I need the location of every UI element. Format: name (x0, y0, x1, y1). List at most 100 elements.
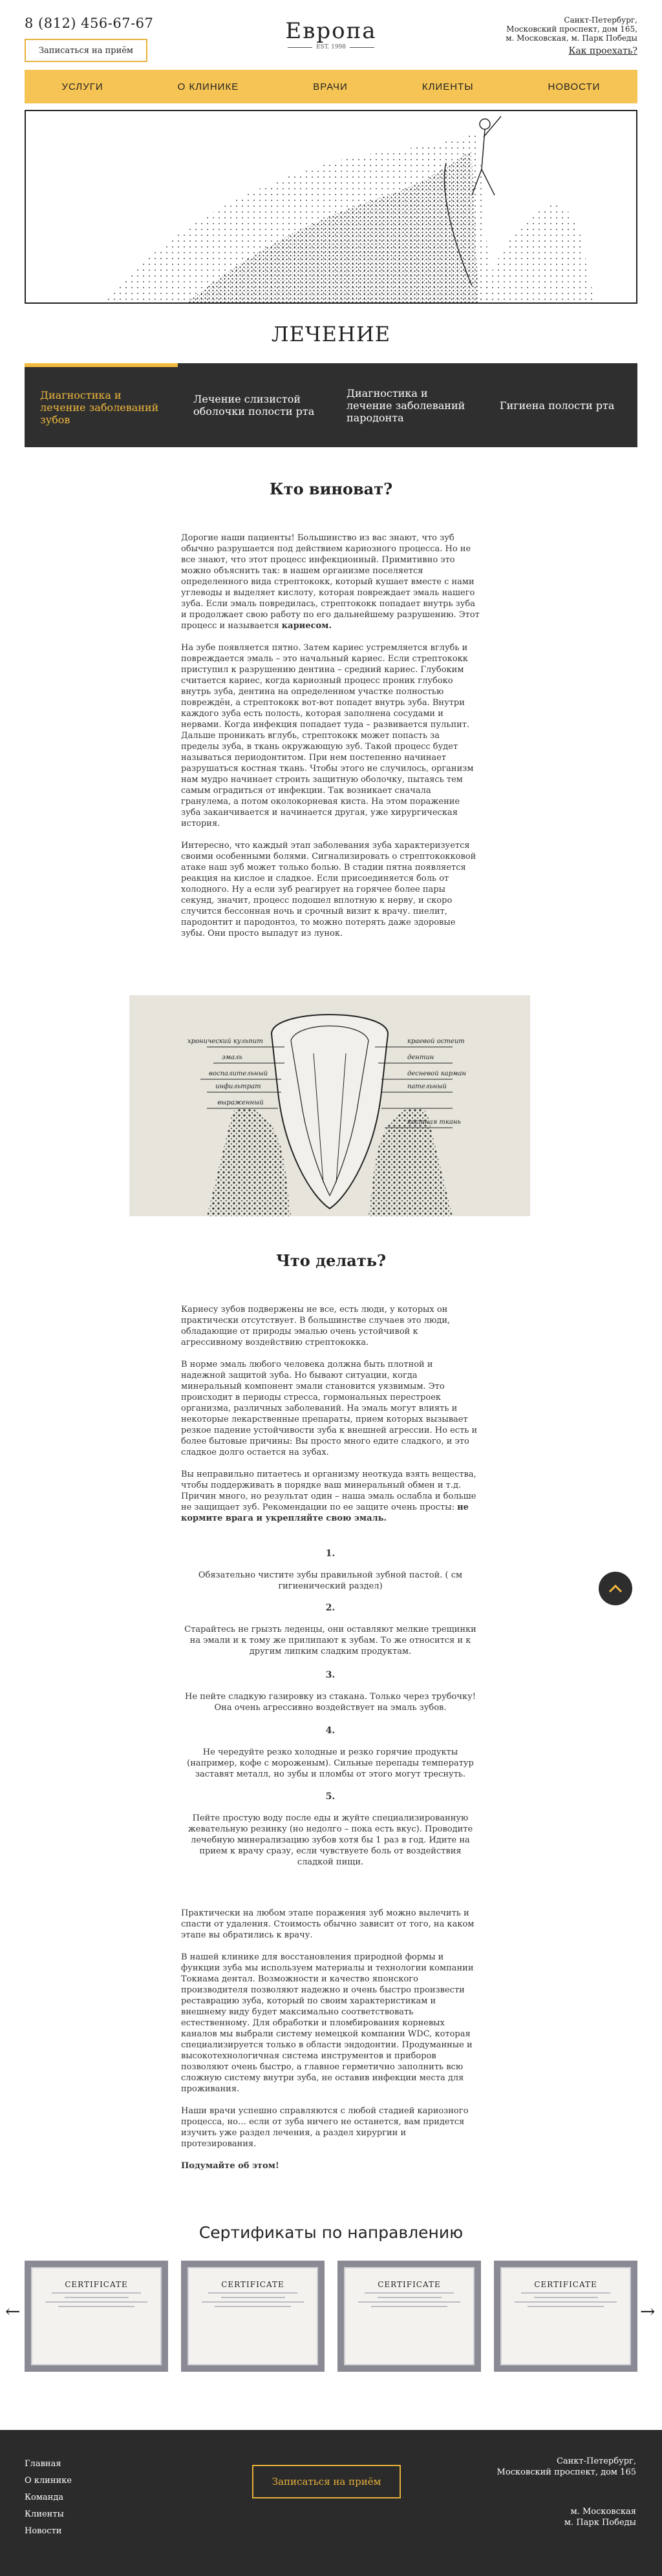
footer-address-line-2: Московский проспект, дом 165 (496, 2467, 636, 2477)
certificate-line (201, 2301, 304, 2303)
book-appointment-button[interactable]: Записаться на приём (25, 39, 147, 62)
tip-text: Пейте простую воду после еды и жуйте спе… (187, 1813, 473, 1867)
hero-engraving (103, 116, 595, 302)
paragraph-text: Дорогие наши пациенты! Большинство из ва… (181, 533, 480, 631)
certificate-heading: CERTIFICATE (534, 2280, 597, 2289)
certificate-line (214, 2306, 292, 2307)
certificate-line (527, 2306, 604, 2307)
closing-text: Подумайте об этом! (181, 2160, 480, 2171)
footer-address: Санкт-Петербург, Московский проспект, до… (497, 2456, 636, 2478)
nav-item-news[interactable]: НОВОСТИ (541, 78, 606, 96)
header-address: Санкт-Петербург, Московский проспект, до… (506, 16, 637, 56)
logo-divider (287, 47, 312, 48)
tip-item: 2. Старайтесь не грызть леденцы, они ост… (181, 1603, 480, 1657)
footer-metro-line-1: м. Московская (570, 2507, 636, 2517)
diagram-label: дентин (407, 1054, 434, 1061)
diagram-label: краевой остеит (407, 1038, 465, 1045)
nav-item-clients[interactable]: КЛИЕНТЫ (416, 78, 480, 96)
logo[interactable]: Европа EST. 1998 (278, 19, 384, 50)
paragraph-text: Вы неправильно питаетесь и организму нео… (181, 1470, 476, 1512)
tab-teeth-diagnostics[interactable]: Диагностика и лечение заболеваний зубов (25, 363, 178, 447)
footer-link-about[interactable]: О клинике (25, 2473, 72, 2489)
paragraph: На зубе появляется пятно. Затем кариес у… (181, 643, 474, 829)
main-nav: УСЛУГИ О КЛИНИКЕ ВРАЧИ КЛИЕНТЫ НОВОСТИ (25, 70, 637, 103)
section2-intro: Кариесу зубов подвержены не все, есть лю… (181, 1304, 480, 1535)
certificate-line (208, 2292, 298, 2294)
certificate-line (377, 2297, 442, 2298)
footer-link-team[interactable]: Команда (25, 2489, 72, 2506)
diagram-label: десневой карман (407, 1070, 466, 1077)
paragraph: В нашей клинике для восстановления приро… (181, 1952, 474, 2094)
site-header: 8 (812) 456-67-67 Записаться на приём Ев… (0, 0, 662, 68)
tip-text: Не пейте сладкую газировку из стакана. Т… (185, 1692, 476, 1713)
address-line-1: Санкт-Петербург, (564, 16, 637, 25)
tip-number: 5. (325, 1791, 336, 1802)
logo-name: Европа (285, 18, 377, 44)
diagram-label (407, 1099, 440, 1106)
tooth-diagram-image: хронический кульпит эмаль воспалительный… (129, 995, 530, 1216)
tip-number: 4. (325, 1726, 336, 1736)
certificate-heading: CERTIFICATE (65, 2280, 128, 2289)
diagram-label: выраженный (213, 1099, 264, 1106)
address-line-3: м. Московская, м. Парк Победы (506, 34, 637, 43)
phone-number[interactable]: 8 (812) 456-67-67 (25, 16, 153, 31)
diagram-label: эмаль (220, 1054, 242, 1061)
tip-text: Обязательно чистите зубы правильной зубн… (198, 1570, 463, 1591)
certificate-paper: CERTIFICATE (344, 2267, 475, 2365)
nav-item-doctors[interactable]: ВРАЧИ (306, 78, 354, 96)
certificate-heading: CERTIFICATE (378, 2280, 441, 2289)
hero-banner-image (25, 110, 637, 304)
paragraph: Вы неправильно питаетесь и организму нео… (181, 1469, 480, 1524)
certificates-carousel: CERTIFICATE CERTIFICATE CERTIFICATE CERT… (25, 2261, 637, 2372)
certificate-line (64, 2297, 129, 2298)
tip-text: Старайтесь не грызть леденцы, они оставл… (184, 1625, 476, 1656)
certificate-line (370, 2306, 448, 2307)
tip-number: 1. (325, 1548, 336, 1559)
paragraph: В норме эмаль любого человека должна быт… (181, 1360, 478, 1457)
route-link[interactable]: Как проехать? (568, 47, 637, 56)
paragraph: Кариесу зубов подвержены не все, есть лю… (181, 1305, 451, 1347)
nav-item-services[interactable]: УСЛУГИ (56, 78, 110, 96)
closing-emphasis: Подумайте об этом! (181, 2161, 279, 2171)
certificate-card[interactable]: CERTIFICATE (25, 2261, 168, 2372)
scroll-top-button[interactable] (599, 1572, 632, 1605)
section-title-what: Что делать? (275, 1251, 387, 1270)
paragraph: Дорогие наши пациенты! Большинство из ва… (181, 533, 480, 631)
arrow-left-icon[interactable]: ← (5, 2301, 20, 2322)
diagram-label: хронический кульпит (187, 1038, 263, 1045)
certificate-line (45, 2301, 148, 2303)
certificate-card[interactable]: CERTIFICATE (337, 2261, 481, 2372)
certificate-line (220, 2297, 285, 2298)
paragraph: Наши врачи успешно справляются с любой с… (181, 2106, 469, 2149)
certificate-line (520, 2292, 611, 2294)
tip-number: 3. (325, 1670, 336, 1680)
certificate-line (58, 2306, 135, 2307)
certificate-line (514, 2301, 617, 2303)
page-title: ЛЕЧЕНИЕ (271, 322, 391, 346)
certificate-heading: CERTIFICATE (221, 2280, 284, 2289)
tab-oral-hygiene[interactable]: Гигиена полости рта (484, 363, 637, 447)
tab-periodontal-diagnostics[interactable]: Диагностика и лечение заболеваний пародо… (331, 363, 484, 447)
certificate-paper: CERTIFICATE (31, 2267, 162, 2365)
footer-address-line-1: Санкт-Петербург, (556, 2456, 636, 2466)
arrow-right-icon[interactable]: → (640, 2301, 655, 2322)
certificate-paper: CERTIFICATE (187, 2267, 318, 2365)
tip-item: 4. Не чередуйте резко холодные и резко г… (181, 1726, 480, 1780)
tip-item: 3. Не пейте сладкую газировку из стакана… (181, 1670, 480, 1713)
tab-mucosa-treatment[interactable]: Лечение слизистой оболочки полости рта (178, 363, 331, 447)
certificate-line (51, 2292, 142, 2294)
footer-nav: Главная О клинике Команда Клиенты Новост… (25, 2456, 72, 2540)
footer-book-button[interactable]: Записаться на приём (252, 2465, 401, 2498)
section2-outro: Практически на любом этапе поражения зуб… (181, 1908, 480, 2182)
footer-link-home[interactable]: Главная (25, 2456, 72, 2473)
footer-link-clients[interactable]: Клиенты (25, 2506, 72, 2523)
certificate-card[interactable]: CERTIFICATE (181, 2261, 325, 2372)
treatment-tabs: Диагностика и лечение заболеваний зубов … (25, 363, 637, 447)
certificate-paper: CERTIFICATE (500, 2267, 631, 2365)
nav-item-about[interactable]: О КЛИНИКЕ (171, 78, 246, 96)
section1-body: Дорогие наши пациенты! Большинство из ва… (181, 533, 480, 950)
footer-link-news[interactable]: Новости (25, 2523, 72, 2540)
site-footer: Главная О клинике Команда Клиенты Новост… (0, 2430, 662, 2576)
certificate-card[interactable]: CERTIFICATE (494, 2261, 637, 2372)
certificate-line (533, 2297, 598, 2298)
